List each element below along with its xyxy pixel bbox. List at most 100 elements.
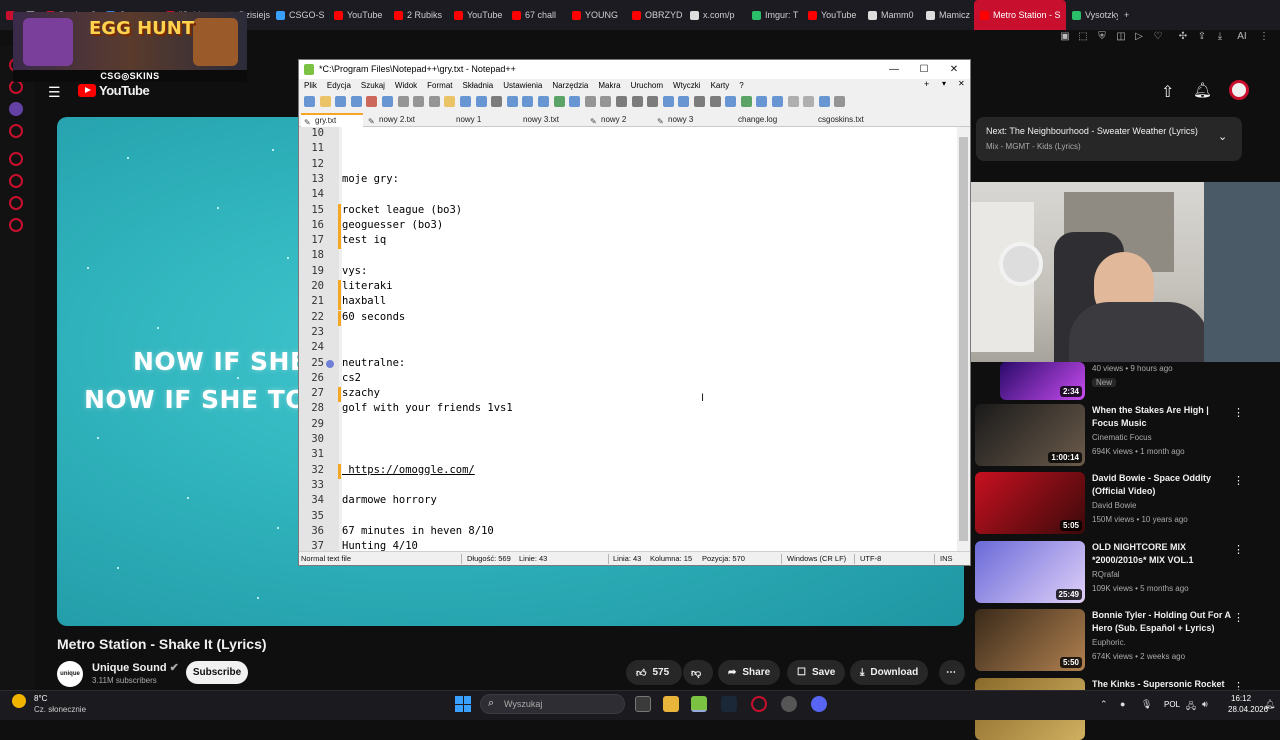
download-button[interactable]: ⤓ Download — [850, 660, 929, 685]
toolbar-button-icon[interactable] — [538, 96, 549, 107]
recommended-video[interactable]: 25:49 OLD NIGHTCORE MIX *2000/2010s* MIX … — [975, 541, 1265, 603]
minimize-button[interactable]: — — [879, 60, 909, 79]
video-thumbnail[interactable]: 2:34 — [1000, 362, 1085, 400]
toolbar-button-icon[interactable] — [787, 96, 799, 107]
browser-tab[interactable]: 2 Rubiks — [388, 0, 448, 30]
browser-tab[interactable]: Imgur: T — [746, 0, 802, 30]
more-options-icon[interactable]: ⋮ — [1233, 406, 1244, 419]
cube-icon[interactable]: ◫ — [1115, 31, 1127, 43]
toolbar-button-icon[interactable] — [756, 96, 768, 107]
download-icon[interactable]: ⤓ — [1214, 31, 1226, 43]
up-next-card[interactable] — [976, 117, 1242, 161]
recommended-video-title[interactable]: Bonnie Tyler - Holding Out For A Hero (S… — [1092, 609, 1232, 635]
browser-tab[interactable]: Metro Station - S — [974, 0, 1066, 30]
browser-tab[interactable]: CSGO-S — [270, 0, 328, 30]
menu-item[interactable]: Narzędzia — [552, 81, 588, 90]
menu-item[interactable]: Makra — [598, 81, 620, 90]
channel-avatar[interactable]: unique — [57, 661, 83, 687]
dislike-button[interactable]: 👎︎ — [683, 660, 713, 685]
sidebar-app-icon[interactable] — [9, 196, 23, 210]
tray-app-icon[interactable]: ● — [1120, 699, 1125, 709]
toolbar-button-icon[interactable] — [616, 96, 627, 107]
weather-description[interactable]: Cz. słonecznie — [34, 705, 86, 714]
menu-item[interactable]: Wtyczki — [673, 81, 701, 90]
toolbar-button-icon[interactable] — [553, 96, 565, 107]
sidebar-app-icon[interactable] — [9, 124, 23, 138]
ai-icon[interactable]: AI — [1234, 31, 1250, 43]
toolbar-button-icon[interactable] — [740, 96, 752, 107]
recommended-video-title[interactable]: David Bowie - Space Oddity (Official Vid… — [1092, 472, 1232, 498]
weather-temperature[interactable]: 8°C — [34, 694, 47, 703]
menu-item[interactable]: Uruchom — [631, 81, 663, 90]
editor-tab[interactable]: ✎ gry.txt — [301, 113, 363, 127]
video-thumbnail[interactable]: 25:49 — [975, 541, 1085, 603]
code-line[interactable]: vys: — [342, 265, 367, 277]
recommended-video[interactable]: 5:05 David Bowie - Space Oddity (Official… — [975, 472, 1265, 534]
code-line[interactable]: test iq — [342, 234, 386, 246]
video-thumbnail[interactable]: 5:05 — [975, 472, 1085, 534]
notifications-bell-icon[interactable]: 🔔︎ — [1193, 81, 1212, 99]
close-tab-icon[interactable]: ✕ — [958, 79, 965, 88]
browser-tab[interactable]: YouTube — [448, 0, 506, 30]
toolbar-button-icon[interactable] — [662, 96, 674, 107]
toolbar-button-icon[interactable] — [475, 96, 487, 107]
vertical-scrollbar[interactable] — [957, 127, 970, 551]
screenshot-icon[interactable]: ⬚ — [1077, 31, 1089, 43]
browser-tab[interactable]: OBRZYD — [626, 0, 684, 30]
more-actions-button[interactable]: ⋯ — [939, 660, 965, 685]
menu-item[interactable]: ? — [739, 81, 743, 90]
browser-tab[interactable]: YOUNG — [566, 0, 626, 30]
editor-tab[interactable]: csgoskins.txt — [804, 113, 884, 127]
browser-tab[interactable]: x.com/p — [684, 0, 746, 30]
weather-sun-icon[interactable] — [12, 694, 26, 708]
menu-item[interactable]: Format — [427, 81, 452, 90]
volume-icon[interactable]: 🔊︎ — [1202, 699, 1208, 710]
close-button[interactable]: ✕ — [939, 60, 969, 79]
save-button[interactable]: ☐ Save — [787, 660, 846, 685]
toolbar-button-icon[interactable] — [600, 96, 612, 107]
toolbar-button-icon[interactable] — [584, 96, 596, 107]
toolbar-button-icon[interactable] — [506, 96, 518, 107]
scrollbar-thumb[interactable] — [959, 137, 968, 541]
clock-time[interactable]: 16:12 — [1231, 694, 1251, 703]
code-line[interactable]: darmowe horrory — [342, 494, 437, 506]
toolbar-button-icon[interactable] — [350, 96, 362, 107]
menu-item[interactable]: Składnia — [463, 81, 494, 90]
share-button[interactable]: ➦ Share — [718, 660, 781, 685]
menu-item[interactable]: Karty — [711, 81, 730, 90]
channel-name[interactable]: Unique Sound ✔ — [92, 661, 179, 674]
browser-tab[interactable]: Mamicz — [920, 0, 974, 30]
code-line[interactable]: rocket league (bo3) — [342, 204, 462, 216]
app-icon[interactable] — [781, 696, 797, 712]
editor-tab[interactable]: ✎ nowy 2 — [587, 113, 652, 127]
network-icon[interactable]: 🖧︎ — [1186, 699, 1196, 715]
toolbar-button-icon[interactable] — [382, 96, 393, 107]
menu-item[interactable]: Szukaj — [361, 81, 385, 90]
history-icon[interactable] — [9, 174, 23, 188]
twitch-icon[interactable] — [9, 102, 23, 116]
more-options-icon[interactable]: ⋮ — [1233, 543, 1244, 556]
menu-item[interactable]: Plik — [304, 81, 317, 90]
avatar[interactable] — [1229, 80, 1249, 100]
taskbar-search-box[interactable] — [480, 694, 625, 714]
tab-list-icon[interactable]: ▾ — [942, 79, 946, 88]
toolbar-button-icon[interactable] — [413, 96, 425, 107]
discord-icon[interactable] — [811, 696, 827, 712]
code-line[interactable]: neutralne: — [342, 357, 405, 369]
code-line[interactable]: literaki — [342, 280, 393, 292]
share-icon[interactable]: ⇪ — [1196, 31, 1208, 43]
toolbar-button-icon[interactable] — [803, 96, 815, 107]
toolbar-button-icon[interactable] — [319, 96, 331, 107]
recommended-video-channel[interactable]: David Bowie — [1092, 501, 1136, 510]
editor-tab[interactable]: ✎ nowy 2.txt — [365, 113, 440, 127]
video-thumbnail[interactable]: 5:50 — [975, 609, 1085, 671]
recommended-video-channel[interactable]: RQrafal — [1092, 570, 1120, 579]
sidebar-app-icon[interactable] — [9, 152, 23, 166]
toolbar-button-icon[interactable] — [647, 96, 659, 107]
notification-bell-icon[interactable]: 🔔︎ — [1264, 699, 1275, 710]
keyboard-language[interactable]: POL — [1164, 700, 1180, 709]
text-editor[interactable]: Ι 10 11 12 13 moje gry: 14 15 rocket league (bo… — [299, 127, 957, 551]
microphone-icon[interactable]: 🎙︎ — [1141, 699, 1152, 710]
more-options-icon[interactable]: ⋮ — [1233, 474, 1244, 487]
like-button[interactable]: 👍︎ 575 — [626, 660, 682, 685]
